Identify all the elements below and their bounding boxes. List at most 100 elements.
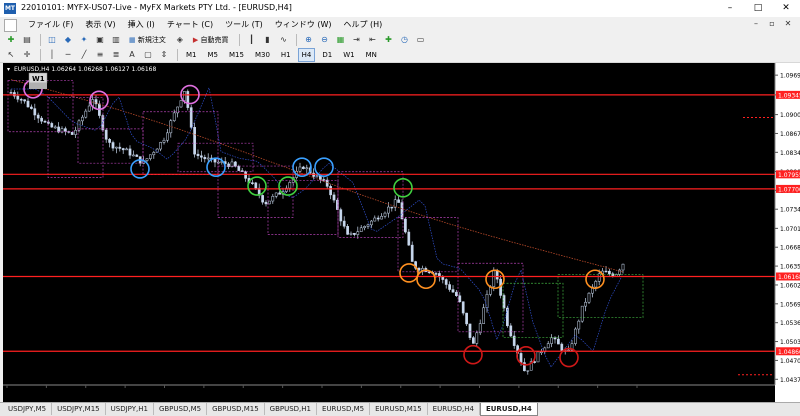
menu-item-0[interactable]: ファイル (F) [22, 17, 79, 32]
line-chart-icon[interactable]: ∿ [276, 34, 290, 46]
candle-body [217, 161, 220, 164]
navigator-icon[interactable]: ✦ [77, 34, 91, 46]
indicators-icon[interactable]: ✚ [381, 34, 395, 46]
cursor-icon[interactable]: ↖ [4, 49, 18, 61]
zoom-in-icon[interactable]: ⊕ [301, 34, 315, 46]
candle-body [118, 146, 122, 149]
candle-body [125, 148, 128, 151]
chart-tab[interactable]: EURUSD,M5 [317, 403, 371, 415]
child-restore-button[interactable]: ▫ [764, 19, 780, 28]
auto-trading-button[interactable]: ▶ 自動売買 [189, 33, 233, 47]
candle-body [244, 171, 247, 179]
menu-item-4[interactable]: ツール (T) [219, 17, 269, 32]
timeframe-d1-button[interactable]: D1 [318, 48, 336, 62]
profiles-icon[interactable]: ▤ [20, 34, 34, 46]
market-watch-icon[interactable]: ◫ [45, 34, 59, 46]
timeframe-w1-button[interactable]: W1 [339, 48, 358, 62]
chart-tab[interactable]: USDJPY,M5 [3, 403, 53, 415]
candle-body [393, 199, 397, 208]
candle-body [451, 289, 455, 293]
candle-body [580, 305, 584, 322]
templates-icon[interactable]: ▭ [413, 34, 427, 46]
periods-icon[interactable]: ◷ [397, 34, 411, 46]
new-chart-icon[interactable]: ✚ [4, 34, 18, 46]
date-label: 19 Sep 20:00 [401, 391, 441, 398]
arrows-icon[interactable]: ⇕ [157, 49, 171, 61]
strategy-tester-icon[interactable]: ▥ [109, 34, 123, 46]
timeframe-m30-button[interactable]: M30 [251, 48, 274, 62]
meta-editor-icon[interactable]: ◈ [173, 34, 187, 46]
zoom-out-icon[interactable]: ⊖ [317, 34, 331, 46]
standard-toolbar: ✚ ▤ ◫ ◆ ✦ ▣ ▥ ▦ 新規注文 ◈ ▶ 自動売買 ┃ ▮ ∿ ⊕ ⊖ … [0, 32, 800, 48]
date-label: 31 Aug 12:00 [204, 391, 245, 398]
date-label: 11 Oct 20:00 [637, 391, 676, 398]
window-controls: – □ ✕ [716, 0, 800, 17]
trendline-icon[interactable]: ╱ [77, 49, 91, 61]
chart-tab[interactable]: EURUSD,H4 [479, 403, 538, 416]
timeframe-h4-button[interactable]: H4 [297, 47, 316, 62]
text-icon[interactable]: A [125, 49, 139, 61]
price-label: 1.07345 [780, 207, 800, 214]
menu-item-3[interactable]: チャート (C) [161, 17, 219, 32]
timeframe-mn-button[interactable]: MN [362, 48, 381, 62]
level-price-label: 1.07700 [778, 186, 800, 193]
child-minimize-button[interactable]: – [748, 19, 764, 28]
candle-body [546, 343, 550, 349]
minimize-button[interactable]: – [716, 0, 744, 17]
vertical-line-icon[interactable]: │ [45, 49, 59, 61]
candle-body [376, 217, 380, 220]
chart-tab[interactable]: USDJPY,H1 [106, 403, 154, 415]
price-label: 1.06350 [780, 264, 800, 271]
crosshair-icon[interactable]: ✛ [20, 49, 34, 61]
tile-windows-icon[interactable]: ▦ [333, 34, 347, 46]
channel-icon[interactable]: ≡ [93, 49, 107, 61]
date-label: 24 Aug 04:00 [125, 391, 166, 398]
child-window-icon[interactable] [4, 19, 17, 32]
chart-shift-icon[interactable]: ⇥ [349, 34, 363, 46]
label-icon[interactable]: ▢ [141, 49, 155, 61]
close-button[interactable]: ✕ [772, 0, 800, 17]
chart-tab[interactable]: GBPUSD,M15 [207, 403, 265, 415]
chart-tab[interactable]: USDJPY,M15 [52, 403, 106, 415]
date-label: 14 Aug 2023 [7, 391, 46, 398]
terminal-icon[interactable]: ▣ [93, 34, 107, 46]
menu-item-6[interactable]: ヘルプ (H) [337, 17, 388, 32]
candle-body [36, 114, 40, 119]
timeframe-h1-button[interactable]: H1 [277, 48, 295, 62]
candlestick-icon[interactable]: ▮ [260, 34, 274, 46]
data-window-icon[interactable]: ◆ [61, 34, 75, 46]
timeframe-m5-button[interactable]: M5 [204, 48, 223, 62]
candle-body [254, 182, 258, 189]
new-order-button[interactable]: ▦ 新規注文 [125, 33, 170, 47]
chart-window[interactable]: 1.096901.093451.090001.086701.083401.080… [3, 63, 800, 402]
menu-item-1[interactable]: 表示 (V) [79, 17, 121, 32]
bar-chart-icon[interactable]: ┃ [244, 34, 258, 46]
price-label: 1.05360 [780, 320, 800, 327]
candle-body [74, 130, 77, 135]
chart-tab[interactable]: EURUSD,H4 [428, 403, 480, 415]
candle-body [159, 142, 162, 150]
chart-tab[interactable]: GBPUSD,H1 [265, 403, 318, 415]
candle-body [359, 227, 363, 232]
candle-body [121, 148, 125, 151]
price-chart[interactable]: 1.096901.093451.090001.086701.083401.080… [3, 63, 800, 402]
fibonacci-icon[interactable]: ≣ [109, 49, 123, 61]
menu-item-2[interactable]: 挿入 (I) [122, 17, 161, 32]
date-label: 9 Oct 04:00 [598, 391, 633, 398]
chart-tab[interactable]: GBPUSD,M5 [154, 403, 208, 415]
date-label: 22 Sep 12:00 [440, 391, 480, 398]
menu-item-5[interactable]: ウィンドウ (W) [269, 17, 338, 32]
child-close-button[interactable]: ✕ [780, 19, 796, 28]
chart-tab[interactable]: EURUSD,M15 [370, 403, 428, 415]
candle-body [468, 323, 472, 338]
autoscroll-icon[interactable]: ⇤ [365, 34, 379, 46]
candle-body [206, 157, 210, 160]
horizontal-line-icon[interactable]: ─ [61, 49, 75, 61]
timeframe-m15-button[interactable]: M15 [225, 48, 248, 62]
date-label: 28 Aug 20:00 [165, 391, 206, 398]
candle-body [407, 231, 411, 246]
candle-body [509, 325, 513, 337]
timeframe-m1-button[interactable]: M1 [182, 48, 201, 62]
candle-body [373, 217, 377, 222]
maximize-button[interactable]: □ [744, 0, 772, 17]
